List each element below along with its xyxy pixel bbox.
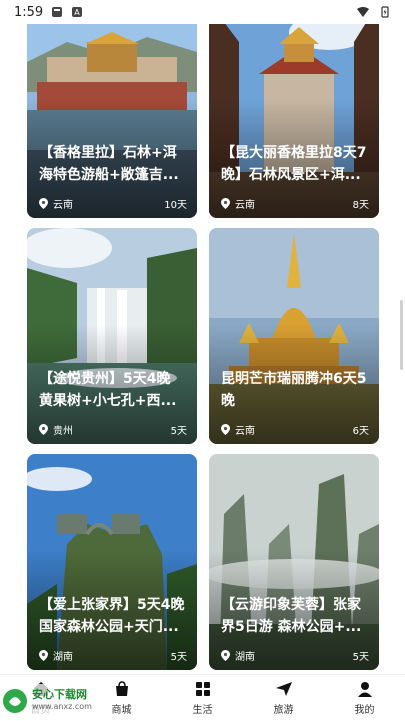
card-location: 湖南: [221, 648, 255, 663]
nav-label: 我的: [354, 705, 375, 716]
tour-card[interactable]: 昆明芒市瑞丽腾冲6天5晚 云南 6天: [209, 228, 379, 444]
location-pin-icon: [221, 198, 230, 209]
card-location: 湖南: [39, 648, 73, 663]
card-title: 【香格里拉】石林+洱海特色游船+敞篷吉...: [39, 145, 179, 183]
card-title: 昆明芒市瑞丽腾冲6天5晚: [221, 371, 367, 409]
grid-icon: [195, 682, 210, 696]
watermark-text: 安心下载网: [32, 688, 87, 701]
battery-icon: [381, 6, 389, 18]
watermark-overlay: 安心下载网 www.anxz.com: [2, 684, 112, 718]
card-location: 云南: [221, 196, 255, 211]
svg-text:A: A: [74, 8, 80, 17]
card-title: 【云游印象芙蓉】张家界5日游 森林公园+...: [221, 597, 362, 635]
tour-card[interactable]: 【途悦贵州】5天4晚 黄果树+小七孔+西... 贵州 5天: [27, 228, 197, 444]
nav-label: 商城: [111, 705, 132, 716]
text-icon: A: [72, 7, 83, 17]
shopping-bag-icon: [115, 681, 128, 696]
user-icon: [357, 682, 372, 697]
card-location: 云南: [39, 196, 73, 211]
nav-item-mine[interactable]: 我的: [324, 675, 405, 721]
notification-icon: [52, 7, 63, 17]
nav-item-travel[interactable]: 旅游: [243, 675, 324, 721]
tour-card[interactable]: 【爱上张家界】5天4晚 国家森林公园+天门... 湖南 5天: [27, 454, 197, 670]
card-location: 云南: [221, 422, 255, 437]
nav-label: 生活: [192, 705, 213, 716]
nav-label: 旅游: [273, 705, 294, 716]
card-title: 【途悦贵州】5天4晚 黄果树+小七孔+西...: [39, 371, 177, 409]
card-days: 6天: [352, 426, 369, 437]
card-title: 【昆大丽香格里拉8天7晚】石林风景区+洱...: [221, 145, 367, 183]
location-pin-icon: [221, 650, 230, 661]
product-grid: 【香格里拉】石林+洱海特色游船+敞篷吉... 云南 10天 【昆大丽香格里拉8天…: [0, 0, 405, 674]
card-location: 贵州: [39, 422, 73, 437]
scrollbar[interactable]: [400, 300, 403, 370]
status-time: 1:59: [14, 4, 44, 20]
tour-card[interactable]: 【云游印象芙蓉】张家界5日游 森林公园+... 湖南 5天: [209, 454, 379, 670]
status-bar: 1:59 A: [0, 0, 405, 24]
tour-card[interactable]: 【香格里拉】石林+洱海特色游船+敞篷吉... 云南 10天: [27, 2, 197, 218]
card-days: 5天: [170, 652, 187, 663]
card-location-text: 云南: [235, 426, 255, 437]
card-days: 5天: [170, 426, 187, 437]
card-days: 8天: [352, 200, 369, 211]
card-location-text: 贵州: [53, 426, 73, 437]
nav-item-life[interactable]: 生活: [162, 675, 243, 721]
tour-card[interactable]: 【昆大丽香格里拉8天7晚】石林风景区+洱... 云南 8天: [209, 2, 379, 218]
card-location-text: 湖南: [53, 652, 73, 663]
card-title: 【爱上张家界】5天4晚 国家森林公园+天门...: [39, 597, 185, 635]
card-location-text: 湖南: [235, 652, 255, 663]
card-location-text: 云南: [235, 200, 255, 211]
watermark-url: www.anxz.com: [32, 702, 92, 711]
wifi-icon: [357, 7, 369, 17]
location-pin-icon: [39, 424, 48, 435]
location-pin-icon: [221, 424, 230, 435]
watermark-logo-icon: [3, 689, 27, 713]
paper-plane-icon: [275, 682, 292, 696]
card-days: 10天: [164, 200, 187, 211]
card-days: 5天: [352, 652, 369, 663]
card-location-text: 云南: [53, 200, 73, 211]
location-pin-icon: [39, 650, 48, 661]
location-pin-icon: [39, 198, 48, 209]
